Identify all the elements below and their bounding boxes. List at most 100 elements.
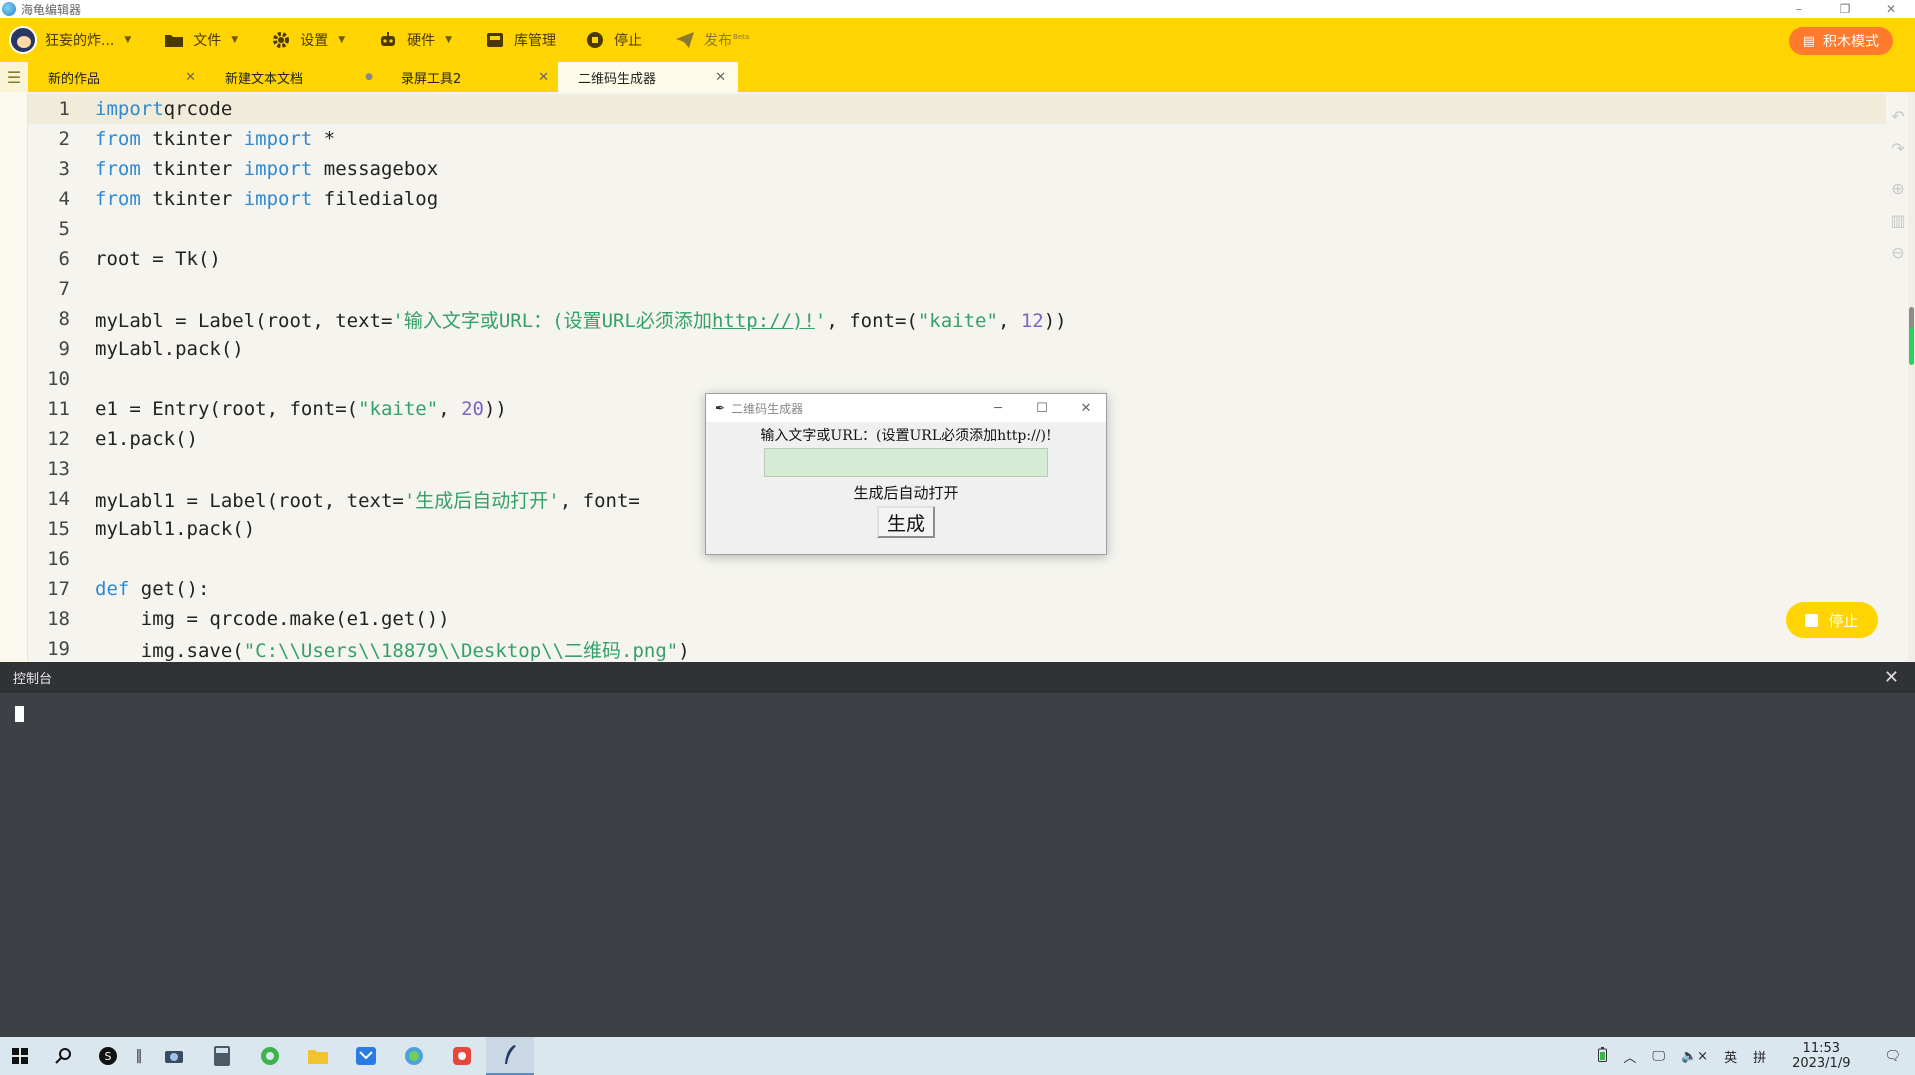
- console-panel[interactable]: 控制台 ✕: [0, 662, 1915, 1037]
- browser-icon[interactable]: [246, 1037, 294, 1075]
- code-text: def get():: [95, 578, 209, 600]
- code-token: myLabl.pack(): [95, 338, 244, 360]
- auto-open-label: 生成后自动打开: [853, 484, 959, 502]
- code-line[interactable]: 10: [28, 364, 1067, 394]
- sidebar-toggle-icon[interactable]: ☰: [0, 62, 28, 92]
- windows-start-icon[interactable]: [0, 1037, 40, 1075]
- floating-stop-button[interactable]: 停止: [1786, 602, 1878, 638]
- code-line[interactable]: 3 from tkinter import messagebox: [28, 154, 1067, 184]
- input-language[interactable]: 英: [1724, 1047, 1737, 1066]
- code-line[interactable]: 17 def get():: [28, 574, 1067, 604]
- main-toolbar: 狂妄的炸... ▼ 文件 ▼ 设置 ▼ 硬件 ▼ 库管理 停止 发布 Beta …: [0, 18, 1915, 62]
- unsaved-dot-icon[interactable]: ●: [365, 72, 373, 82]
- line-number: 10: [47, 368, 70, 390]
- chevron-down-icon: ▼: [231, 35, 239, 45]
- code-token: get():: [129, 578, 210, 600]
- line-number: 4: [58, 188, 70, 210]
- line-number: 13: [47, 458, 70, 480]
- battery-icon[interactable]: [1598, 1046, 1608, 1066]
- code-lines[interactable]: 1 importqrcode 2 from tkinter import * 3 from…: [28, 94, 1067, 662]
- settings-menu-label: 设置: [300, 33, 329, 49]
- python-idle-icon[interactable]: [486, 1037, 534, 1075]
- tab-new-text-doc[interactable]: 新建文本文档 ●: [205, 62, 385, 92]
- publish-button[interactable]: 发布 Beta: [676, 18, 749, 62]
- code-line[interactable]: 6 root = Tk(): [28, 244, 1067, 274]
- stop-icon: [586, 31, 604, 49]
- close-icon[interactable]: ✕: [715, 70, 726, 85]
- tab-bar: ☰ 新的作品 ✕ 新建文本文档 ● 录屏工具2 ✕ 二维码生成器 ✕: [0, 62, 1915, 92]
- camera-icon[interactable]: [150, 1037, 198, 1075]
- input-prompt-label: 输入文字或URL：(设置URL必须添加http://)!: [760, 428, 1052, 444]
- calculator-icon[interactable]: [198, 1037, 246, 1075]
- minimize-button[interactable]: –: [1777, 0, 1821, 18]
- close-icon[interactable]: ✕: [1884, 667, 1899, 688]
- hardware-menu-label: 硬件: [407, 33, 436, 49]
- line-number: 15: [47, 518, 70, 540]
- file-explorer-icon[interactable]: [294, 1037, 342, 1075]
- app-icon: [2, 2, 16, 16]
- svg-text:S: S: [105, 1050, 112, 1063]
- app-s-icon[interactable]: S: [88, 1037, 128, 1075]
- mail-icon[interactable]: [342, 1037, 390, 1075]
- editor-scrollbar[interactable]: [1908, 92, 1915, 662]
- paper-plane-icon: [676, 31, 695, 49]
- search-icon[interactable]: [40, 1037, 88, 1075]
- code-text: importqrcode: [95, 98, 232, 120]
- code-token: myLabl1 = Label(root, text=: [95, 489, 404, 512]
- windows-taskbar: S ‖ ︿ 🖵 🔈× 英 拼 11:53 2023/1/9 🗨: [0, 1037, 1915, 1075]
- task-view-icon[interactable]: ‖: [128, 1037, 150, 1075]
- library-button[interactable]: 库管理: [486, 18, 556, 62]
- line-number: 5: [58, 218, 70, 240]
- floating-stop-label: 停止: [1828, 611, 1859, 630]
- speaker-muted-icon[interactable]: 🔈×: [1681, 1049, 1708, 1064]
- code-line[interactable]: 9 myLabl.pack(): [28, 334, 1067, 364]
- file-menu[interactable]: 文件 ▼: [165, 18, 238, 62]
- scrollbar-thumb[interactable]: [1909, 307, 1914, 365]
- line-number: 3: [58, 158, 70, 180]
- stop-icon: [1805, 613, 1819, 627]
- stop-button[interactable]: 停止: [586, 18, 642, 62]
- code-token: tkinter: [140, 128, 244, 150]
- code-line[interactable]: 8 myLabl = Label(root, text='输入文字或URL：(设置…: [28, 304, 1067, 334]
- text-url-input[interactable]: [764, 448, 1048, 477]
- code-line[interactable]: 2 from tkinter import *: [28, 124, 1067, 154]
- close-window-button[interactable]: ✕: [1869, 0, 1913, 18]
- turtle-editor-icon[interactable]: [390, 1037, 438, 1075]
- clock[interactable]: 11:53 2023/1/9: [1784, 1041, 1858, 1071]
- close-icon[interactable]: ✕: [185, 70, 196, 85]
- zoom-out-icon[interactable]: ⊖: [1891, 236, 1904, 268]
- block-mode-button[interactable]: ▤ 积木模式: [1788, 27, 1893, 55]
- code-line[interactable]: 1 importqrcode: [28, 94, 1067, 124]
- redo-icon[interactable]: ↷: [1891, 132, 1904, 164]
- game-icon[interactable]: [438, 1037, 486, 1075]
- restore-button[interactable]: ❐: [1823, 0, 1867, 18]
- undo-icon[interactable]: ↶: [1891, 100, 1904, 132]
- qr-maximize-button[interactable]: ☐: [1020, 394, 1064, 422]
- qr-close-button[interactable]: ✕: [1064, 394, 1108, 422]
- code-line[interactable]: 19 img.save("C:\\Users\\18879\\Desktop\\…: [28, 634, 1067, 662]
- ime-mode[interactable]: 拼: [1753, 1047, 1766, 1066]
- generate-button[interactable]: 生成: [877, 506, 935, 538]
- notification-icon[interactable]: 🗨: [1884, 1049, 1901, 1064]
- tab-new-work[interactable]: 新的作品 ✕: [28, 62, 208, 92]
- line-number: 6: [58, 248, 70, 270]
- format-icon[interactable]: ▥: [1890, 204, 1905, 236]
- close-icon[interactable]: ✕: [538, 70, 549, 85]
- code-editor[interactable]: 1 importqrcode 2 from tkinter import * 3 from…: [0, 92, 1915, 662]
- line-number: 16: [47, 548, 70, 570]
- tab-screen-recorder[interactable]: 录屏工具2 ✕: [381, 62, 561, 92]
- network-icon[interactable]: 🖵: [1652, 1049, 1665, 1064]
- code-line[interactable]: 4 from tkinter import filedialog: [28, 184, 1067, 214]
- settings-menu[interactable]: 设置 ▼: [272, 18, 345, 62]
- qr-minimize-button[interactable]: ─: [976, 394, 1020, 422]
- tab-qr-generator[interactable]: 二维码生成器 ✕: [558, 62, 738, 92]
- code-token: img.save(: [95, 639, 244, 662]
- zoom-in-icon[interactable]: ⊕: [1891, 172, 1904, 204]
- code-line[interactable]: 18 img = qrcode.make(e1.get()): [28, 604, 1067, 634]
- code-line[interactable]: 7: [28, 274, 1067, 304]
- code-line[interactable]: 5: [28, 214, 1067, 244]
- chevron-down-icon: ▼: [124, 35, 132, 45]
- user-menu[interactable]: 狂妄的炸... ▼: [0, 18, 131, 62]
- chevron-up-icon[interactable]: ︿: [1623, 1047, 1636, 1066]
- hardware-menu[interactable]: 硬件 ▼: [379, 18, 452, 62]
